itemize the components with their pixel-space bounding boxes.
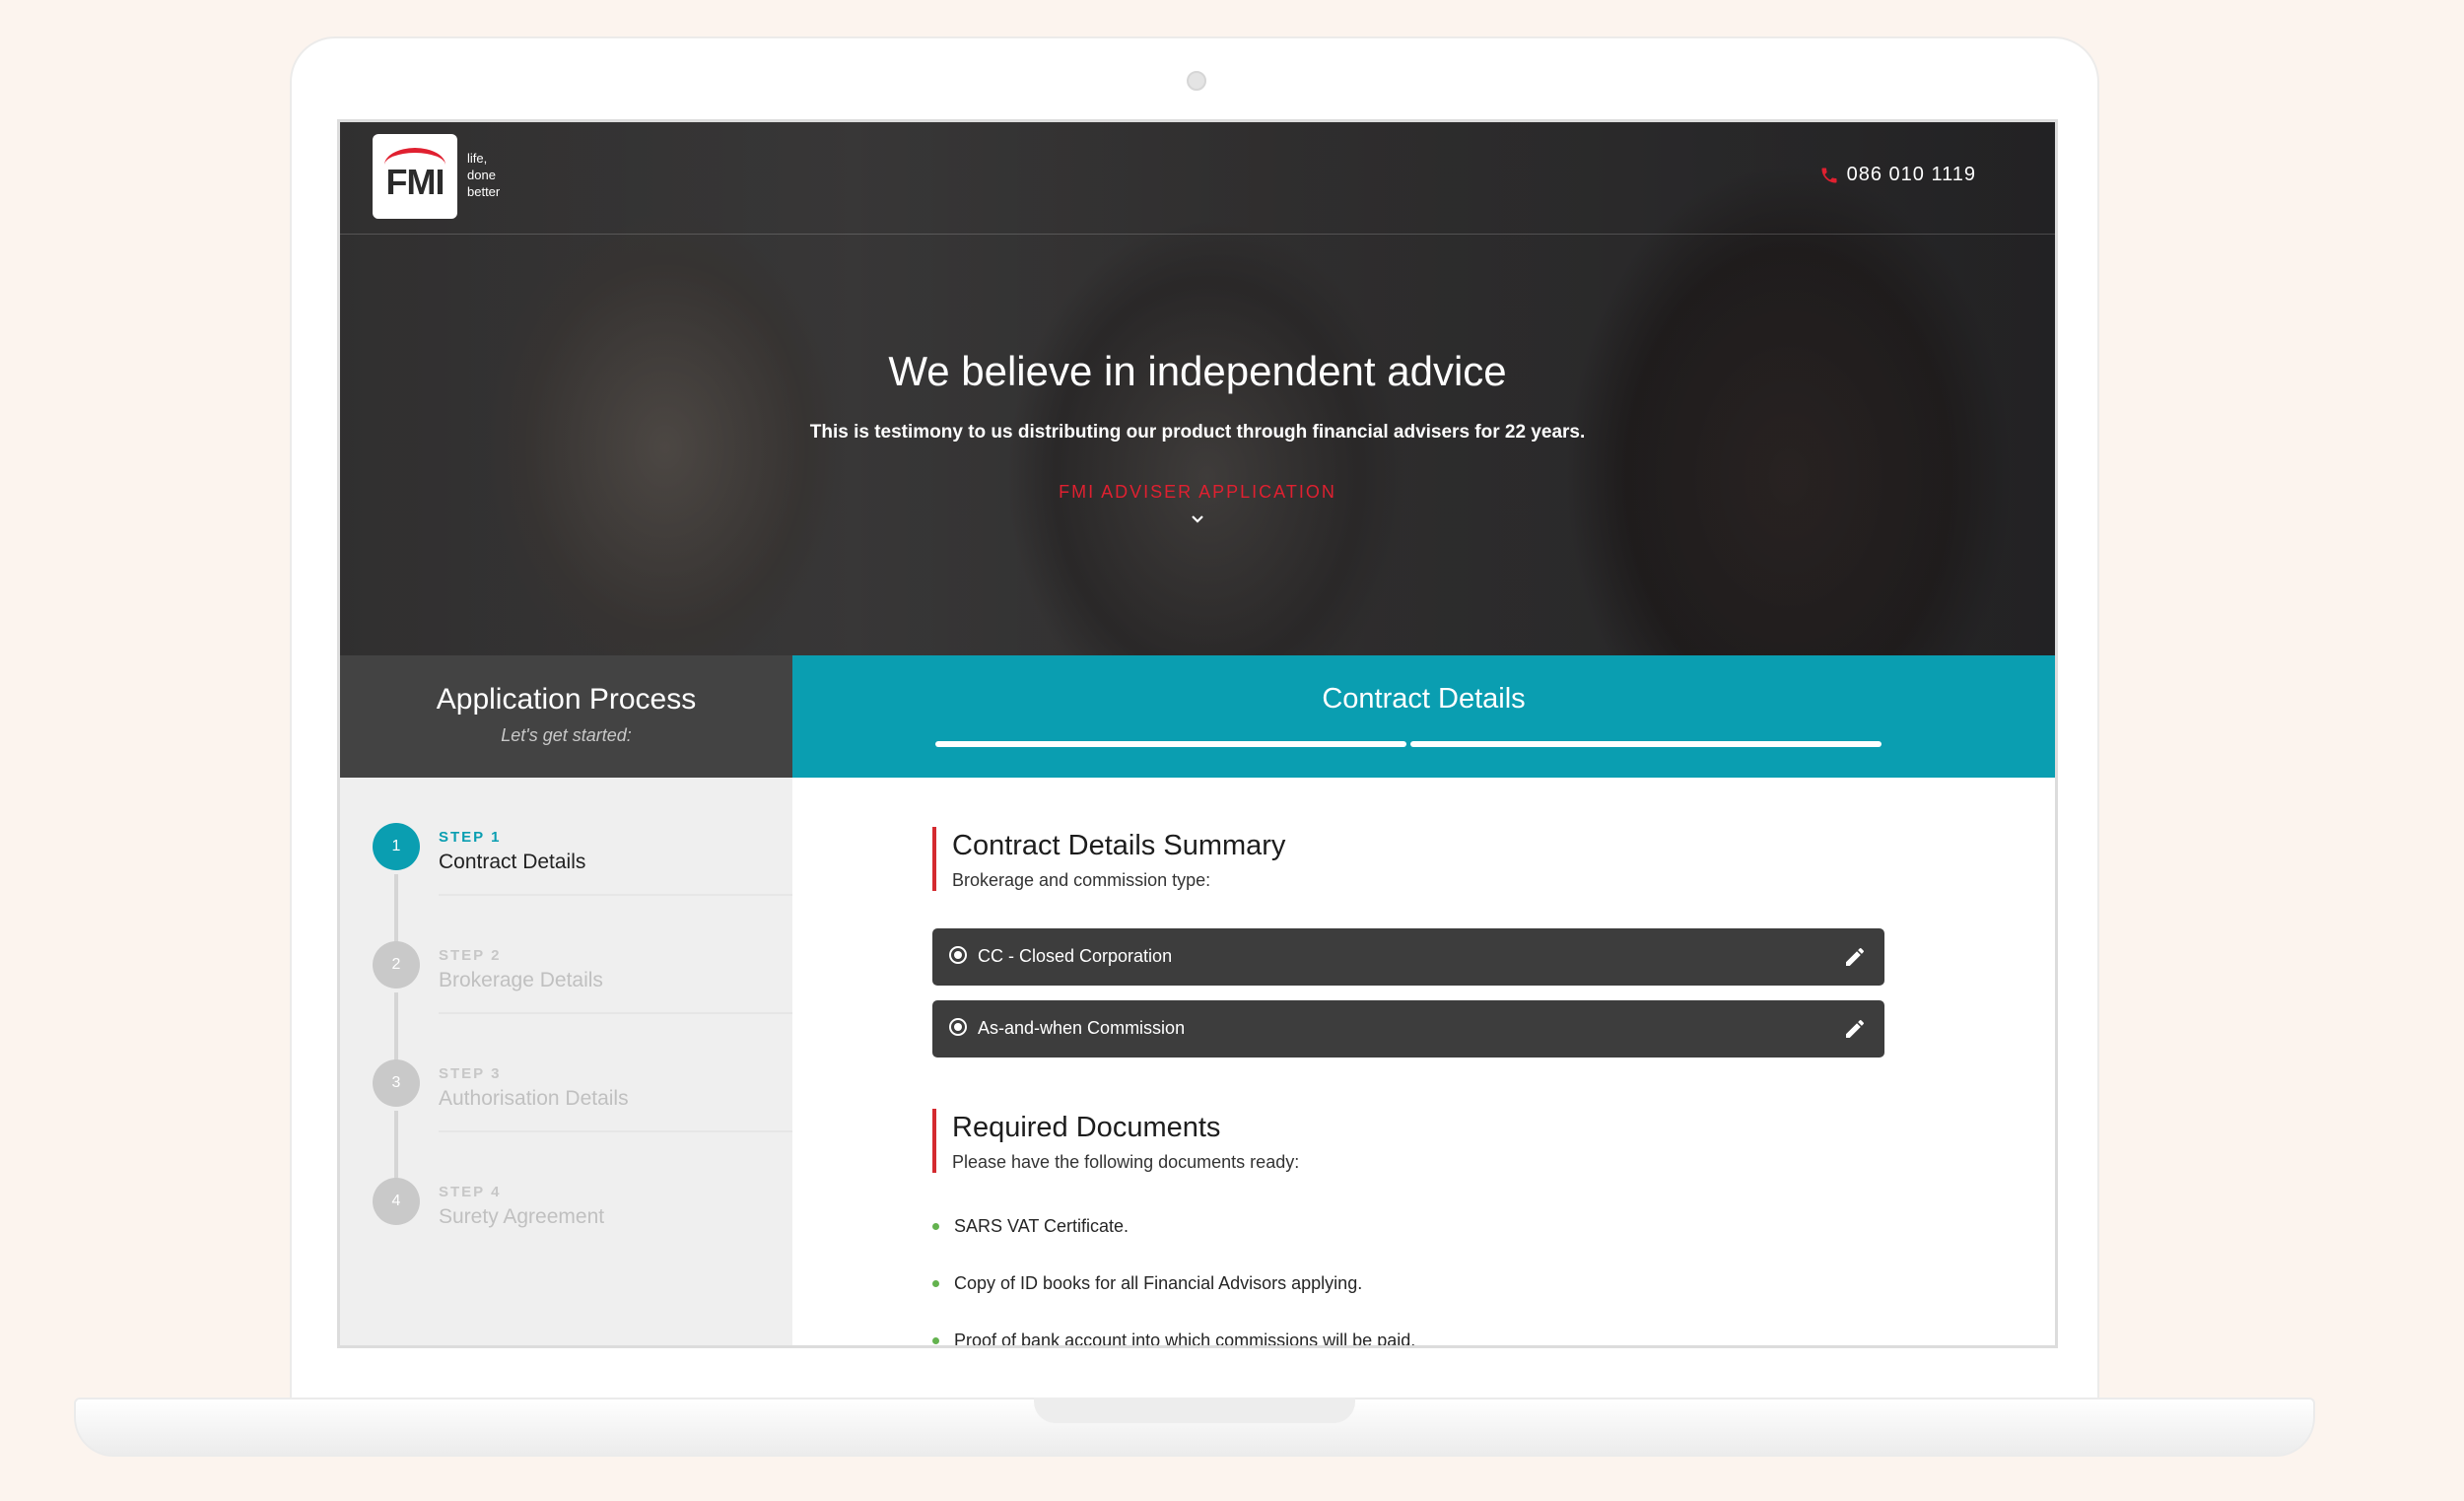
hero-title: We believe in independent advice (888, 348, 1507, 394)
chevron-down-icon[interactable] (1189, 512, 1206, 526)
commission-type-option[interactable]: As-and-when Commission (932, 1000, 1884, 1058)
top-bar: FMI life, done better 086 010 1119 (340, 122, 2055, 235)
radio-selected-icon[interactable] (949, 1018, 967, 1036)
pencil-icon[interactable] (1843, 945, 1867, 969)
step-label: STEP 3 (439, 1065, 502, 1082)
section-header: Contract Details (792, 655, 2055, 778)
webcam (1187, 71, 1206, 91)
tagline-line: done (467, 168, 496, 182)
step-contract-details[interactable]: 1 STEP 1 Contract Details (340, 778, 792, 896)
screen: FMI life, done better 086 010 1119 We be… (337, 119, 2058, 1348)
documents-title: Required Documents (952, 1112, 1221, 1143)
brand-tagline: life, done better (467, 150, 500, 200)
step-number: 4 (373, 1178, 420, 1225)
step-label: STEP 4 (439, 1184, 502, 1200)
step-number: 1 (373, 823, 420, 870)
company-type-option[interactable]: CC - Closed Corporation (932, 928, 1884, 986)
hero-subtitle: This is testimony to us distributing our… (809, 422, 1586, 443)
hero-banner: FMI life, done better 086 010 1119 We be… (340, 122, 2055, 655)
application-process-header: Application Process Let's get started: (340, 655, 792, 778)
summary-heading: Contract Details Summary Brokerage and c… (932, 827, 1285, 891)
option-text: As-and-when Commission (978, 1018, 1186, 1038)
progress-segment (1410, 741, 1882, 747)
document-item: Copy of ID books for all Financial Advis… (932, 1273, 1362, 1294)
laptop-notch (1034, 1398, 1355, 1423)
option-text: CC - Closed Corporation (978, 946, 1173, 966)
step-brokerage-details[interactable]: 2 STEP 2 Brokerage Details (340, 896, 792, 1014)
progress-bar (935, 741, 1882, 747)
document-item: SARS VAT Certificate. (932, 1216, 1129, 1237)
step-name: Authorisation Details (439, 1087, 629, 1110)
document-item: Proof of bank account into which commiss… (932, 1330, 1415, 1345)
documents-description: Please have the following documents read… (952, 1152, 1300, 1172)
step-number: 3 (373, 1059, 420, 1107)
step-number: 2 (373, 941, 420, 989)
step-label: STEP 1 (439, 829, 502, 846)
step-name: Contract Details (439, 851, 586, 873)
step-surety-agreement[interactable]: 4 STEP 4 Surety Agreement (340, 1132, 792, 1251)
fmi-logo[interactable]: FMI (373, 134, 457, 219)
pencil-icon[interactable] (1843, 1017, 1867, 1041)
process-subtitle: Let's get started: (501, 725, 632, 745)
radio-selected-icon[interactable] (949, 946, 967, 964)
main-content: Contract Details Summary Brokerage and c… (792, 778, 2055, 1345)
process-title: Application Process (436, 683, 697, 716)
steps-sidebar: 1 STEP 1 Contract Details 2 STEP 2 Broke… (340, 778, 792, 1345)
summary-description: Brokerage and commission type: (952, 870, 1211, 890)
phone-link[interactable]: 086 010 1119 (1819, 164, 1976, 186)
step-label: STEP 2 (439, 947, 502, 964)
phone-number: 086 010 1119 (1846, 164, 1976, 185)
tagline-line: better (467, 184, 501, 199)
documents-heading: Required Documents Please have the follo… (932, 1109, 1299, 1173)
adviser-application-link[interactable]: FMI ADVISER APPLICATION (340, 482, 2055, 503)
tagline-line: life, (467, 151, 488, 166)
section-title: Contract Details (1322, 683, 1526, 715)
progress-segment (935, 741, 1406, 747)
logo-text: FMI (385, 162, 445, 202)
step-name: Brokerage Details (439, 969, 603, 991)
step-name: Surety Agreement (439, 1205, 605, 1228)
step-authorisation-details[interactable]: 3 STEP 3 Authorisation Details (340, 1014, 792, 1132)
summary-title: Contract Details Summary (952, 830, 1286, 861)
phone-icon (1821, 168, 1837, 182)
